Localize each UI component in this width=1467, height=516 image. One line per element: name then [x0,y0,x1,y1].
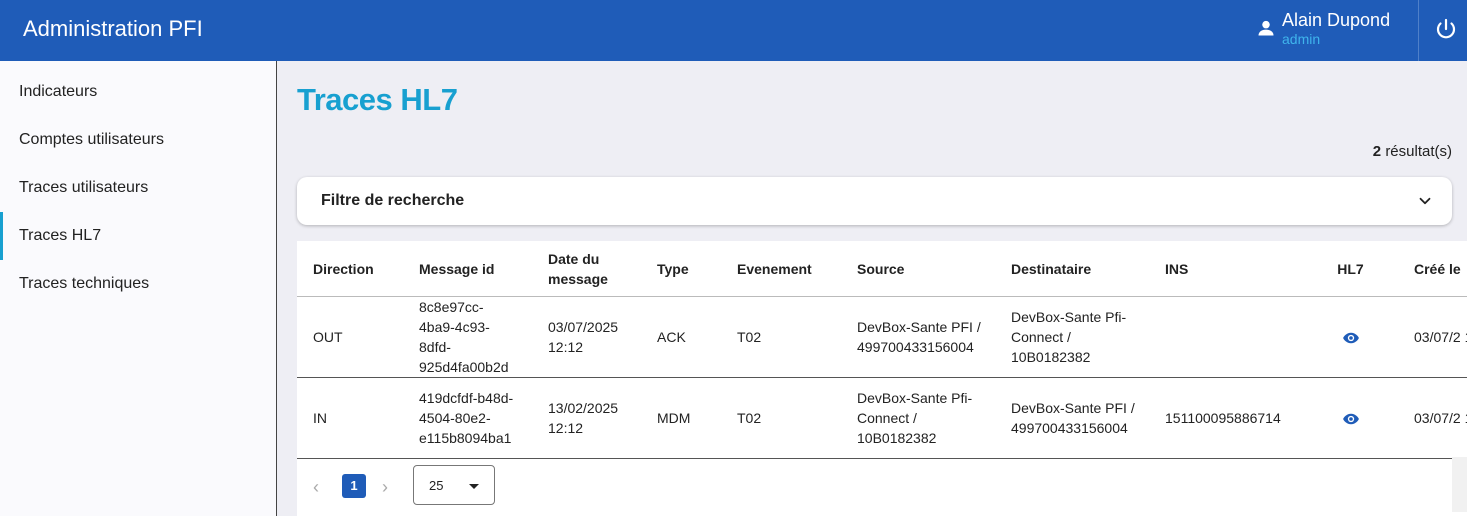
cell-ins [1149,296,1303,378]
sidebar-item-comptes-utilisateurs[interactable]: Comptes utilisateurs [0,116,276,164]
cell-date: 03/07/2025 12:12 [532,296,641,378]
col-hl7[interactable]: HL7 [1303,241,1398,297]
cell-direction: IN [297,377,403,459]
cell-destinataire: DevBox-Sante Pfi-Connect / 10B0182382 [995,296,1149,378]
results-count: 2 [1372,143,1382,160]
cell-hl7 [1303,296,1398,378]
cell-type: MDM [641,377,721,459]
col-date[interactable]: Date du message [532,241,641,297]
chevron-down-icon[interactable] [1416,192,1434,210]
prev-page-button[interactable]: ‹ [313,477,319,498]
cell-source: DevBox-Sante PFI / 499700433156004 [841,296,995,378]
cell-message-id: 8c8e97cc-4ba9-4c93-8dfd-925d4fa00b2d [403,296,532,378]
eye-icon[interactable] [1342,410,1360,428]
user-role: admin [1282,31,1321,47]
cell-source: DevBox-Sante Pfi-Connect / 10B0182382 [841,377,995,459]
sidebar-item-traces-techniques[interactable]: Traces techniques [0,260,276,308]
search-filter-panel[interactable]: Filtre de recherche [297,177,1452,225]
next-page-button[interactable]: › [382,477,388,498]
user-name: Alain Dupond [1282,10,1391,30]
page-title: Traces HL7 [297,82,458,117]
cell-direction: OUT [297,296,403,378]
top-app-bar: Administration PFI Alain Dupond admin [0,0,1467,61]
cell-cree-le: 03/07/2 12:12 [1398,377,1467,459]
eye-icon[interactable] [1342,329,1360,347]
col-source[interactable]: Source [841,241,995,297]
sidebar-item-indicateurs[interactable]: Indicateurs [0,68,276,116]
page-size-select[interactable]: 25 [413,465,495,505]
cell-evenement: T02 [721,377,841,459]
cell-evenement: T02 [721,296,841,378]
sidebar: Indicateurs Comptes utilisateurs Traces … [0,61,277,516]
results-label: résultat(s) [1385,143,1452,160]
page-size-value: 25 [429,478,444,493]
col-evenement[interactable]: Evenement [721,241,841,297]
topbar-divider [1418,0,1419,61]
user-icon [1258,20,1274,36]
col-message-id[interactable]: Message id [403,241,532,297]
table-row: IN 419dcfdf-b48d-4504-80e2-e115b8094ba1 … [297,377,1467,459]
table-row: OUT 8c8e97cc-4ba9-4c93-8dfd-925d4fa00b2d… [297,296,1467,378]
pagination: ‹ 1 › 25 [297,457,1452,512]
sidebar-item-traces-hl7[interactable]: Traces HL7 [0,212,276,260]
cell-message-id: 419dcfdf-b48d-4504-80e2-e115b8094ba1 [403,377,532,459]
traces-table: Direction Message id Date du message Typ… [297,241,1467,459]
table-header-row: Direction Message id Date du message Typ… [297,241,1467,297]
col-ins[interactable]: INS [1149,241,1303,297]
cell-ins: 151100095886714 [1149,377,1303,459]
cell-destinataire: DevBox-Sante PFI / 499700433156004 [995,377,1149,459]
col-direction[interactable]: Direction [297,241,403,297]
cell-date: 13/02/2025 12:12 [532,377,641,459]
col-type[interactable]: Type [641,241,721,297]
filter-title: Filtre de recherche [321,192,465,209]
col-destinataire[interactable]: Destinataire [995,241,1149,297]
app-title: Administration PFI [23,16,203,41]
col-cree-le[interactable]: Créé le [1398,241,1467,297]
cell-type: ACK [641,296,721,378]
page-button-current[interactable]: 1 [342,474,366,498]
traces-table-card: Direction Message id Date du message Typ… [297,241,1467,516]
results-count-label: 2 résultat(s) [1373,143,1452,160]
cell-hl7 [1303,377,1398,459]
power-icon[interactable] [1434,17,1458,41]
sidebar-item-traces-utilisateurs[interactable]: Traces utilisateurs [0,164,276,212]
cell-cree-le: 03/07/2 12:12 [1398,296,1467,378]
caret-down-icon [469,484,479,489]
horizontal-scroll-area[interactable] [1452,457,1467,512]
